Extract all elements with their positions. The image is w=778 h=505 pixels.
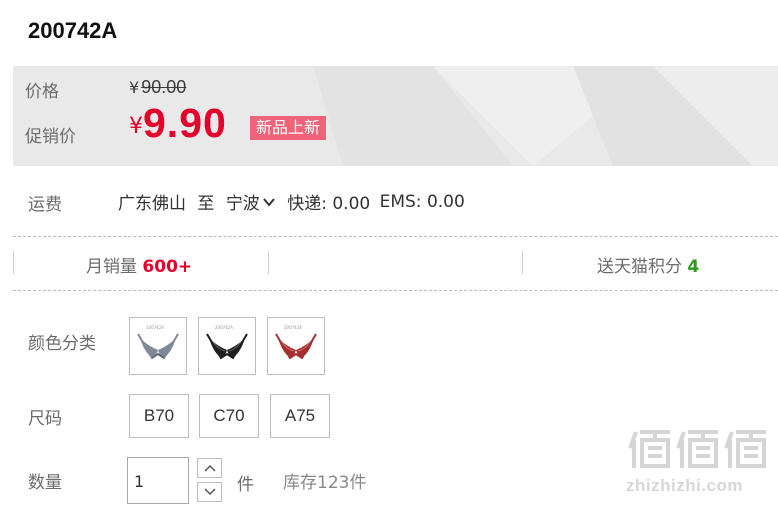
svg-text:200742A: 200742A bbox=[284, 325, 302, 330]
shipping-info: 广东佛山 至 宁波 快递: 0.00 EMS: 0.00 bbox=[118, 189, 465, 215]
product-code-title: 200742A bbox=[28, 18, 118, 43]
stats-separator bbox=[13, 251, 14, 274]
divider-bottom bbox=[13, 290, 778, 291]
bra-black-icon: 200742A bbox=[206, 325, 248, 360]
color-label: 颜色分类 bbox=[28, 334, 96, 354]
quantity-decrease-button[interactable] bbox=[197, 482, 222, 502]
stats-bar: 月销量 600+ 送天猫积分 4 bbox=[13, 238, 778, 290]
monthly-sales: 月销量 600+ bbox=[86, 252, 192, 277]
watermark-url: zhizhizhi.com bbox=[626, 476, 743, 495]
destination-selector[interactable]: 宁波 bbox=[226, 189, 276, 214]
watermark-logo bbox=[628, 430, 766, 468]
bra-red-icon: 200742A bbox=[275, 325, 317, 360]
new-arrival-badge: 新品上新 bbox=[250, 116, 327, 140]
tmall-points-label: 送天猫积分 bbox=[597, 257, 682, 277]
quantity-input[interactable]: 1 bbox=[127, 457, 189, 504]
bra-gray-icon: 200742A bbox=[137, 325, 179, 360]
ship-from: 广东佛山 bbox=[118, 194, 186, 214]
monthly-sales-value: 600+ bbox=[142, 257, 193, 277]
currency-symbol: ¥ bbox=[129, 78, 140, 97]
color-swatch-gray[interactable]: 200742A bbox=[129, 317, 187, 375]
panel-background-pattern bbox=[313, 66, 778, 166]
shipping-label: 运费 bbox=[28, 195, 62, 215]
svg-text:200742A: 200742A bbox=[146, 325, 164, 330]
tmall-points: 送天猫积分 4 bbox=[597, 252, 699, 277]
promo-price: ¥9.90 bbox=[129, 100, 227, 147]
destination-city: 宁波 bbox=[225, 194, 260, 214]
chevron-up-icon bbox=[204, 464, 216, 472]
tmall-points-value: 4 bbox=[687, 257, 700, 277]
stock-count: 库存123件 bbox=[283, 473, 367, 493]
chevron-down-icon bbox=[204, 488, 216, 496]
color-swatch-black[interactable]: 200742A bbox=[198, 317, 256, 375]
ship-to-word: 至 bbox=[197, 194, 215, 214]
ems-fee: EMS: 0.00 bbox=[379, 191, 465, 212]
size-label: 尺码 bbox=[28, 409, 62, 429]
monthly-sales-label: 月销量 bbox=[86, 257, 137, 277]
color-swatch-wine-red[interactable]: 200742A bbox=[267, 317, 325, 375]
size-option-a75[interactable]: A75 bbox=[270, 394, 330, 438]
express-fee: 快递: 0.00 bbox=[287, 194, 371, 214]
original-price: ¥90.00 bbox=[129, 77, 186, 98]
promo-price-value: 9.90 bbox=[143, 100, 227, 146]
original-price-value: 90.00 bbox=[141, 77, 187, 97]
svg-text:200742A: 200742A bbox=[215, 325, 233, 330]
size-option-c70[interactable]: C70 bbox=[199, 394, 259, 438]
size-option-b70[interactable]: B70 bbox=[129, 394, 189, 438]
stats-separator bbox=[522, 251, 523, 274]
chevron-down-icon bbox=[263, 197, 275, 207]
price-panel: 价格 ¥90.00 促销价 ¥9.90 新品上新 bbox=[13, 66, 778, 166]
promo-price-label: 促销价 bbox=[25, 127, 76, 147]
divider-top bbox=[13, 236, 778, 237]
stats-separator bbox=[268, 251, 269, 274]
quantity-unit: 件 bbox=[237, 475, 254, 495]
quantity-increase-button[interactable] bbox=[197, 458, 222, 478]
quantity-label: 数量 bbox=[28, 473, 62, 493]
promo-currency-symbol: ¥ bbox=[129, 114, 143, 139]
price-label: 价格 bbox=[25, 82, 59, 102]
